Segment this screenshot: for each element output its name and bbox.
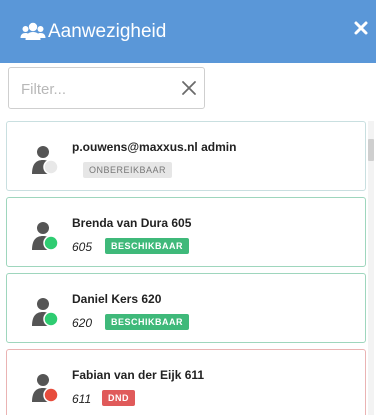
contact-name: p.ouwens@maxxus.nl admin	[72, 140, 237, 154]
contact-extension: 611	[72, 392, 92, 406]
users-icon	[20, 21, 46, 43]
user-avatar-icon	[29, 370, 63, 404]
panel-title: Aanwezigheid	[48, 20, 167, 42]
user-avatar-icon	[29, 294, 63, 328]
user-avatar-icon	[29, 218, 63, 252]
scrollbar-thumb[interactable]	[368, 139, 374, 161]
presence-panel: Aanwezigheid p.ouwens@maxxus.nl a	[0, 0, 376, 415]
status-badge: BESCHIKBAAR	[105, 238, 190, 254]
contact-name: Daniel Kers 620	[72, 292, 162, 306]
scrollbar[interactable]	[368, 121, 374, 415]
status-badge: BESCHIKBAAR	[105, 314, 190, 330]
panel-header: Aanwezigheid	[0, 0, 376, 63]
contact-card[interactable]: Fabian van der Eijk 611 611 DND	[6, 349, 366, 415]
contact-list: p.ouwens@maxxus.nl admin ONBEREIKBAAR Br…	[6, 121, 366, 415]
filter-input[interactable]	[19, 69, 183, 109]
status-badge: DND	[102, 390, 135, 406]
status-badge: ONBEREIKBAAR	[83, 162, 173, 178]
contact-card[interactable]: Brenda van Dura 605 605 BESCHIKBAAR	[6, 197, 366, 267]
contact-card[interactable]: Daniel Kers 620 620 BESCHIKBAAR	[6, 273, 366, 343]
contact-extension: 620	[72, 316, 93, 330]
user-avatar-icon	[29, 142, 63, 176]
clear-icon[interactable]	[181, 80, 197, 96]
close-icon[interactable]	[353, 20, 369, 36]
contact-name: Brenda van Dura 605	[72, 216, 192, 230]
contact-extension: 605	[72, 240, 93, 254]
contact-card[interactable]: p.ouwens@maxxus.nl admin ONBEREIKBAAR	[6, 121, 366, 191]
filter-box	[8, 67, 205, 109]
contact-name: Fabian van der Eijk 611	[72, 368, 205, 382]
